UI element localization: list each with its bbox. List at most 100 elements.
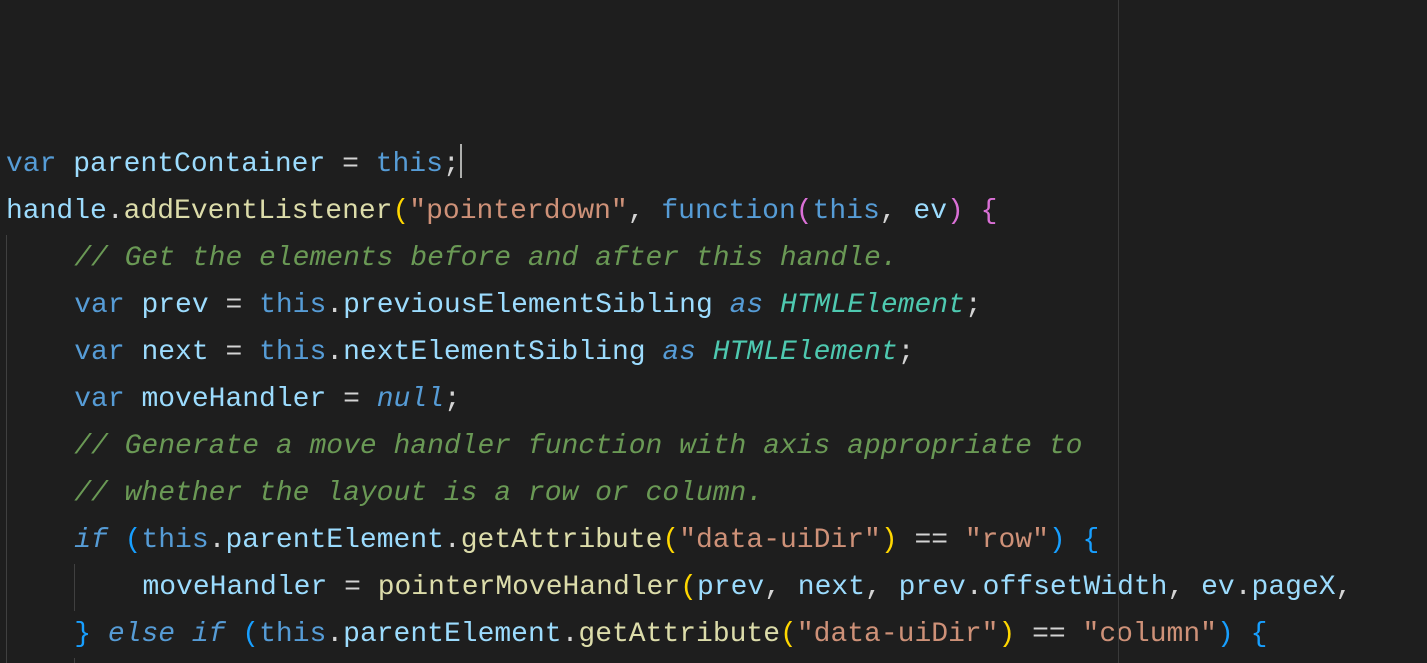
code-line[interactable]: // whether the layout is a row or column… xyxy=(6,470,1427,517)
code-line[interactable]: // Generate a move handler function with… xyxy=(6,423,1427,470)
code-token xyxy=(359,149,376,180)
code-token: ) xyxy=(998,619,1015,650)
code-token: = xyxy=(327,572,377,603)
code-token: ( xyxy=(242,619,259,650)
code-token: var xyxy=(74,384,141,415)
indent-guide xyxy=(6,329,74,376)
code-token: ) xyxy=(1217,619,1234,650)
code-token: getAttribute xyxy=(578,619,780,650)
code-token: . xyxy=(1235,572,1252,603)
code-token xyxy=(1066,525,1083,556)
code-token: var xyxy=(6,149,73,180)
code-token: getAttribute xyxy=(461,525,663,556)
code-token: , xyxy=(880,196,914,227)
code-token: = xyxy=(209,337,259,368)
code-line[interactable]: var moveHandler = null; xyxy=(6,376,1427,423)
code-line[interactable]: var parentContainer = this; xyxy=(6,141,1427,188)
code-line[interactable]: moveHandler = pointerMoveHandler(prev, n… xyxy=(6,658,1427,663)
code-token: // Generate a move handler function with… xyxy=(74,431,1082,462)
indent-guide xyxy=(6,376,74,423)
code-token: ( xyxy=(680,572,697,603)
code-token xyxy=(646,337,663,368)
code-token: , xyxy=(628,196,662,227)
code-token: ; xyxy=(898,337,915,368)
code-token xyxy=(175,619,192,650)
code-token: . xyxy=(326,337,343,368)
code-token: prev xyxy=(697,572,764,603)
code-token: { xyxy=(981,196,998,227)
code-token xyxy=(1234,619,1251,650)
code-token: parentElement xyxy=(343,619,561,650)
code-line[interactable]: moveHandler = pointerMoveHandler(prev, n… xyxy=(6,564,1427,611)
code-token xyxy=(225,619,242,650)
code-token: parentElement xyxy=(225,525,443,556)
code-token: . xyxy=(326,619,343,650)
code-token: ( xyxy=(796,196,813,227)
code-token xyxy=(964,196,981,227)
code-token: function xyxy=(661,196,795,227)
code-line[interactable]: if (this.parentElement.getAttribute("dat… xyxy=(6,517,1427,564)
code-token: . xyxy=(107,196,124,227)
code-token xyxy=(696,337,713,368)
code-line[interactable]: handle.addEventListener("pointerdown", f… xyxy=(6,188,1427,235)
code-token: } xyxy=(74,619,91,650)
code-token: ) xyxy=(947,196,964,227)
code-editor[interactable]: var parentContainer = this;handle.addEve… xyxy=(0,0,1427,663)
editor-ruler xyxy=(1118,0,1119,663)
code-token: as xyxy=(662,337,696,368)
code-token: this xyxy=(813,196,880,227)
code-token: if xyxy=(192,619,226,650)
code-token: . xyxy=(562,619,579,650)
code-token: "data-uiDir" xyxy=(797,619,999,650)
code-token: HTMLElement xyxy=(713,337,898,368)
code-token: ; xyxy=(443,149,460,180)
code-token: // Get the elements before and after thi… xyxy=(74,243,897,274)
code-token: parentContainer xyxy=(73,149,325,180)
code-token: ev xyxy=(1201,572,1235,603)
code-token: var xyxy=(74,337,141,368)
code-token xyxy=(108,525,125,556)
code-token xyxy=(91,619,108,650)
code-token: { xyxy=(1083,525,1100,556)
indent-guide xyxy=(6,658,74,663)
code-token: = xyxy=(342,149,359,180)
code-line[interactable]: var next = this.nextElementSibling as HT… xyxy=(6,329,1427,376)
code-token: this xyxy=(376,149,443,180)
indent-guide xyxy=(6,517,74,564)
indent-guide xyxy=(6,282,74,329)
code-line[interactable]: // Get the elements before and after thi… xyxy=(6,235,1427,282)
code-token: next xyxy=(798,572,865,603)
indent-guide xyxy=(6,235,74,282)
code-token: else xyxy=(108,619,175,650)
code-token: this xyxy=(141,525,208,556)
indent-guide xyxy=(6,564,74,611)
code-token: ) xyxy=(1049,525,1066,556)
code-token: null xyxy=(377,384,444,415)
code-token: previousElementSibling xyxy=(343,290,713,321)
indent-guide xyxy=(6,470,74,517)
code-line[interactable]: var prev = this.previousElementSibling a… xyxy=(6,282,1427,329)
code-token: "data-uiDir" xyxy=(679,525,881,556)
indent-guide xyxy=(74,658,142,663)
code-token: == xyxy=(1015,619,1082,650)
code-token: "row" xyxy=(965,525,1049,556)
code-token: = xyxy=(326,384,376,415)
code-token: , xyxy=(1168,572,1202,603)
code-token: , xyxy=(1336,572,1370,603)
code-token xyxy=(713,290,730,321)
code-token: nextElementSibling xyxy=(343,337,645,368)
code-token: { xyxy=(1251,619,1268,650)
code-token xyxy=(325,149,342,180)
code-token: ; xyxy=(444,384,461,415)
indent-guide xyxy=(6,423,74,470)
code-token: ( xyxy=(662,525,679,556)
code-token: . xyxy=(209,525,226,556)
code-token: ) xyxy=(881,525,898,556)
code-token: . xyxy=(966,572,983,603)
code-line[interactable]: } else if (this.parentElement.getAttribu… xyxy=(6,611,1427,658)
code-token: this xyxy=(259,619,326,650)
code-token: . xyxy=(326,290,343,321)
code-token: == xyxy=(898,525,965,556)
code-token: offsetWidth xyxy=(983,572,1168,603)
code-token: addEventListener xyxy=(124,196,393,227)
